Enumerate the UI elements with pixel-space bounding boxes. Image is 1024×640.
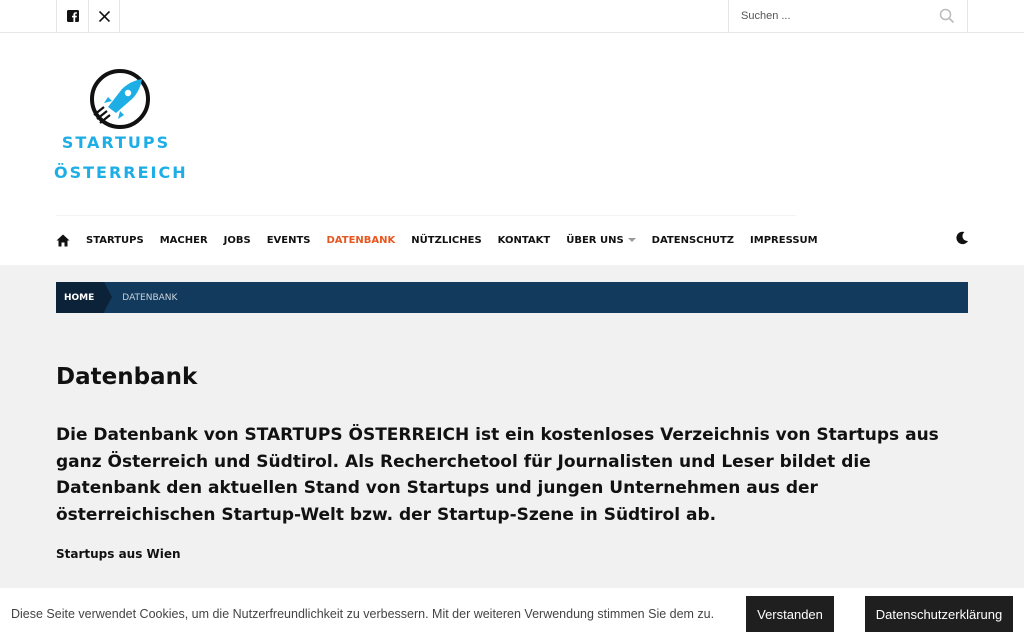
accept-cookies-button[interactable]: Verstanden [746,596,834,632]
nav-jobs[interactable]: JOBS [224,235,251,246]
nav-nuetzliches[interactable]: NÜTZLICHES [411,235,481,246]
page-title: Datenbank [56,364,198,390]
search-box [728,0,968,32]
nav-events[interactable]: EVENTS [267,235,311,246]
site-header: STARTUPS ÖSTERREICH STARTUPS MACHER JOBS… [0,33,1024,265]
logo-line-2: ÖSTERREICH [54,163,188,182]
cookie-text: Diese Seite verwendet Cookies, um die Nu… [11,607,715,621]
search-icon[interactable] [939,8,955,29]
nav-kontakt[interactable]: KONTAKT [498,235,551,246]
dark-mode-moon-icon[interactable] [955,231,969,250]
section-subheading: Startups aus Wien [56,547,181,561]
chevron-down-icon [627,237,636,242]
rocket-logo-icon [90,69,150,129]
nav-startups[interactable]: STARTUPS [86,235,144,246]
breadcrumb: HOME DATENBANK [56,282,968,313]
top-bar [0,0,1024,33]
nav-ueber-uns-label: ÜBER UNS [566,234,624,246]
breadcrumb-current: DATENBANK [122,292,178,303]
lead-paragraph: Die Datenbank von STARTUPS ÖSTERREICH is… [56,425,939,525]
nav-ueber-uns[interactable]: ÜBER UNS [566,234,636,246]
divider [56,215,796,216]
breadcrumb-home[interactable]: HOME [56,282,113,313]
search-input[interactable] [729,10,929,22]
site-logo[interactable]: STARTUPS ÖSTERREICH [54,67,188,187]
cookie-banner: Diese Seite verwendet Cookies, um die Nu… [0,588,1024,640]
facebook-icon[interactable] [56,0,88,32]
social-links [56,0,120,32]
home-icon[interactable] [56,234,70,247]
privacy-policy-button[interactable]: Datenschutzerklärung [865,596,1013,632]
main-navigation: STARTUPS MACHER JOBS EVENTS DATENBANK NÜ… [56,226,834,254]
logo-line-1: STARTUPS [61,133,171,152]
nav-macher[interactable]: MACHER [160,235,208,246]
nav-datenschutz[interactable]: DATENSCHUTZ [652,235,734,246]
nav-impressum[interactable]: IMPRESSUM [750,235,818,246]
nav-datenbank[interactable]: DATENBANK [327,235,396,246]
x-twitter-icon[interactable] [88,0,120,32]
